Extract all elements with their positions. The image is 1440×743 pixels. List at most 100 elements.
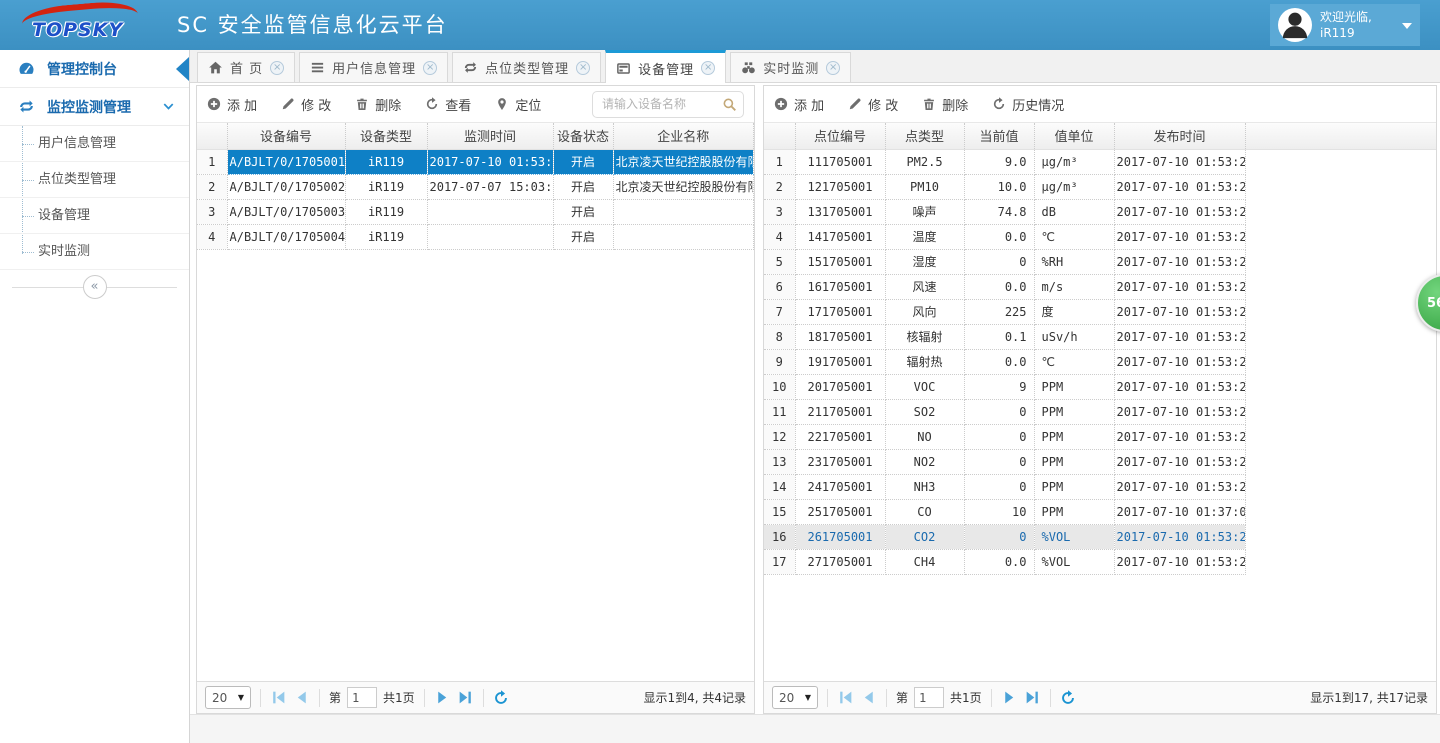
row-number: 16 [764,524,795,549]
cell: %RH [1034,249,1114,274]
prev-page-button[interactable] [860,689,877,706]
sidebar-item-user-info[interactable]: 用户信息管理 [0,126,189,162]
tab-devices[interactable]: 设备管理× [605,50,726,83]
table-row[interactable]: 16261705001CO20%VOL2017-07-10 01:53:22 [764,524,1245,549]
page-number-input[interactable] [914,687,944,708]
next-page-button[interactable] [1001,689,1018,706]
page-label: 第 [329,689,341,706]
row-number: 14 [764,474,795,499]
sidebar-item-realtime[interactable]: 实时监测 [0,234,189,270]
sidebar-submenu: 用户信息管理 点位类型管理 设备管理 实时监测 [0,126,189,270]
tab-bar: 首 页×用户信息管理×点位类型管理×设备管理×实时监测× [190,50,1440,83]
sidebar-item-console[interactable]: 管理控制台 [0,50,189,88]
row-number: 2 [764,174,795,199]
column-header[interactable]: 点位编号 [795,123,885,149]
delete-button[interactable]: 删除 [355,95,401,114]
tab-home[interactable]: 首 页× [197,52,295,82]
column-header[interactable]: 点类型 [885,123,964,149]
table-row[interactable]: 1111705001PM2.59.0μg/m³2017-07-10 01:53:… [764,149,1245,174]
sidebar-item-devices[interactable]: 设备管理 [0,198,189,234]
cell: A/BJLT/0/1705004 [227,224,345,249]
cell [613,199,754,224]
cell [427,224,553,249]
page-size-select[interactable]: 20 ▼ [772,686,818,709]
search-icon[interactable] [722,97,737,112]
cell: 2017-07-10 01:53:22 [1114,199,1245,224]
table-row[interactable]: 5151705001湿度0%RH2017-07-10 01:53:22 [764,249,1245,274]
next-page-button[interactable] [434,689,451,706]
close-icon[interactable]: × [701,61,715,75]
cell: ℃ [1034,224,1114,249]
last-page-button[interactable] [457,689,474,706]
locate-button[interactable]: 定位 [495,95,541,114]
column-header[interactable]: 当前值 [964,123,1034,149]
column-header[interactable]: 发布时间 [1114,123,1245,149]
total-pages-label: 共1页 [950,689,982,706]
table-row[interactable]: 7171705001风向225度2017-07-10 01:53:21 [764,299,1245,324]
cell: NO [885,424,964,449]
table-row[interactable]: 4A/BJLT/0/1705004iR119开启 [197,224,754,249]
cell: SO2 [885,399,964,424]
cell: CH4 [885,549,964,574]
table-row[interactable]: 10201705001VOC9PPM2017-07-10 01:53:22 [764,374,1245,399]
edit-label: 修 改 [868,95,898,114]
column-header[interactable]: 设备类型 [345,123,427,149]
cell: 121705001 [795,174,885,199]
page-number-input[interactable] [347,687,377,708]
column-header[interactable]: 监测时间 [427,123,553,149]
table-row[interactable]: 1A/BJLT/0/1705001iR1192017-07-10 01:53:2… [197,149,754,174]
column-header[interactable]: 值单位 [1034,123,1114,149]
cell: m/s [1034,274,1114,299]
close-icon[interactable]: × [423,61,437,75]
sidebar-item-point-types[interactable]: 点位类型管理 [0,162,189,198]
bottom-strip [190,714,1440,743]
view-button[interactable]: 查看 [425,95,471,114]
table-row[interactable]: 14241705001NH30PPM2017-07-10 01:53:21 [764,474,1245,499]
column-header[interactable]: 设备状态 [553,123,613,149]
cell: 9.0 [964,149,1034,174]
tab-user-info[interactable]: 用户信息管理× [299,52,448,82]
cell: PPM [1034,374,1114,399]
delete-button[interactable]: 删除 [922,95,968,114]
table-row[interactable]: 2121705001PM1010.0μg/m³2017-07-10 01:53:… [764,174,1245,199]
prev-page-button[interactable] [293,689,310,706]
row-number-header [197,123,227,149]
table-row[interactable]: 2A/BJLT/0/1705002iR1192017-07-07 15:03:0… [197,174,754,199]
refresh-button[interactable] [493,690,509,706]
table-row[interactable]: 3A/BJLT/0/1705003iR119开启 [197,199,754,224]
user-menu[interactable]: 欢迎光临, iR119 [1270,4,1420,46]
sidebar-item-monitoring[interactable]: 监控监测管理 [0,88,189,126]
last-page-button[interactable] [1024,689,1041,706]
table-row[interactable]: 13231705001NO20PPM2017-07-10 01:53:22 [764,449,1245,474]
edit-button[interactable]: 修 改 [848,95,898,114]
table-row[interactable]: 9191705001辐射热0.0℃2017-07-10 01:53:21 [764,349,1245,374]
collapse-sidebar-button[interactable]: « [83,275,107,299]
column-header[interactable]: 设备编号 [227,123,345,149]
chevron-down-icon [162,100,175,113]
tab-point-types[interactable]: 点位类型管理× [452,52,601,82]
table-row[interactable]: 3131705001噪声74.8dB2017-07-10 01:53:22 [764,199,1245,224]
close-icon[interactable]: × [826,61,840,75]
history-button[interactable]: 历史情况 [992,95,1064,114]
divider [319,689,320,707]
refresh-button[interactable] [1060,690,1076,706]
close-icon[interactable]: × [270,61,284,75]
table-row[interactable]: 17271705001CH40.0%VOL2017-07-10 01:53:21 [764,549,1245,574]
menu-icon [310,60,325,75]
close-icon[interactable]: × [576,61,590,75]
add-button[interactable]: 添 加 [207,95,257,114]
table-row[interactable]: 4141705001温度0.0℃2017-07-10 01:53:22 [764,224,1245,249]
add-button[interactable]: 添 加 [774,95,824,114]
edit-button[interactable]: 修 改 [281,95,331,114]
table-row[interactable]: 12221705001NO0PPM2017-07-10 01:53:21 [764,424,1245,449]
table-row[interactable]: 11211705001SO20PPM2017-07-10 01:53:22 [764,399,1245,424]
table-row[interactable]: 6161705001风速0.0m/s2017-07-10 01:53:21 [764,274,1245,299]
page-size-select[interactable]: 20 ▼ [205,686,251,709]
first-page-button[interactable] [837,689,854,706]
delete-label: 删除 [375,95,401,114]
table-row[interactable]: 8181705001核辐射0.1uSv/h2017-07-10 01:53:21 [764,324,1245,349]
tab-realtime[interactable]: 实时监测× [730,52,851,82]
table-row[interactable]: 15251705001CO10PPM2017-07-10 01:37:01 [764,499,1245,524]
first-page-button[interactable] [270,689,287,706]
column-header[interactable]: 企业名称 [613,123,754,149]
